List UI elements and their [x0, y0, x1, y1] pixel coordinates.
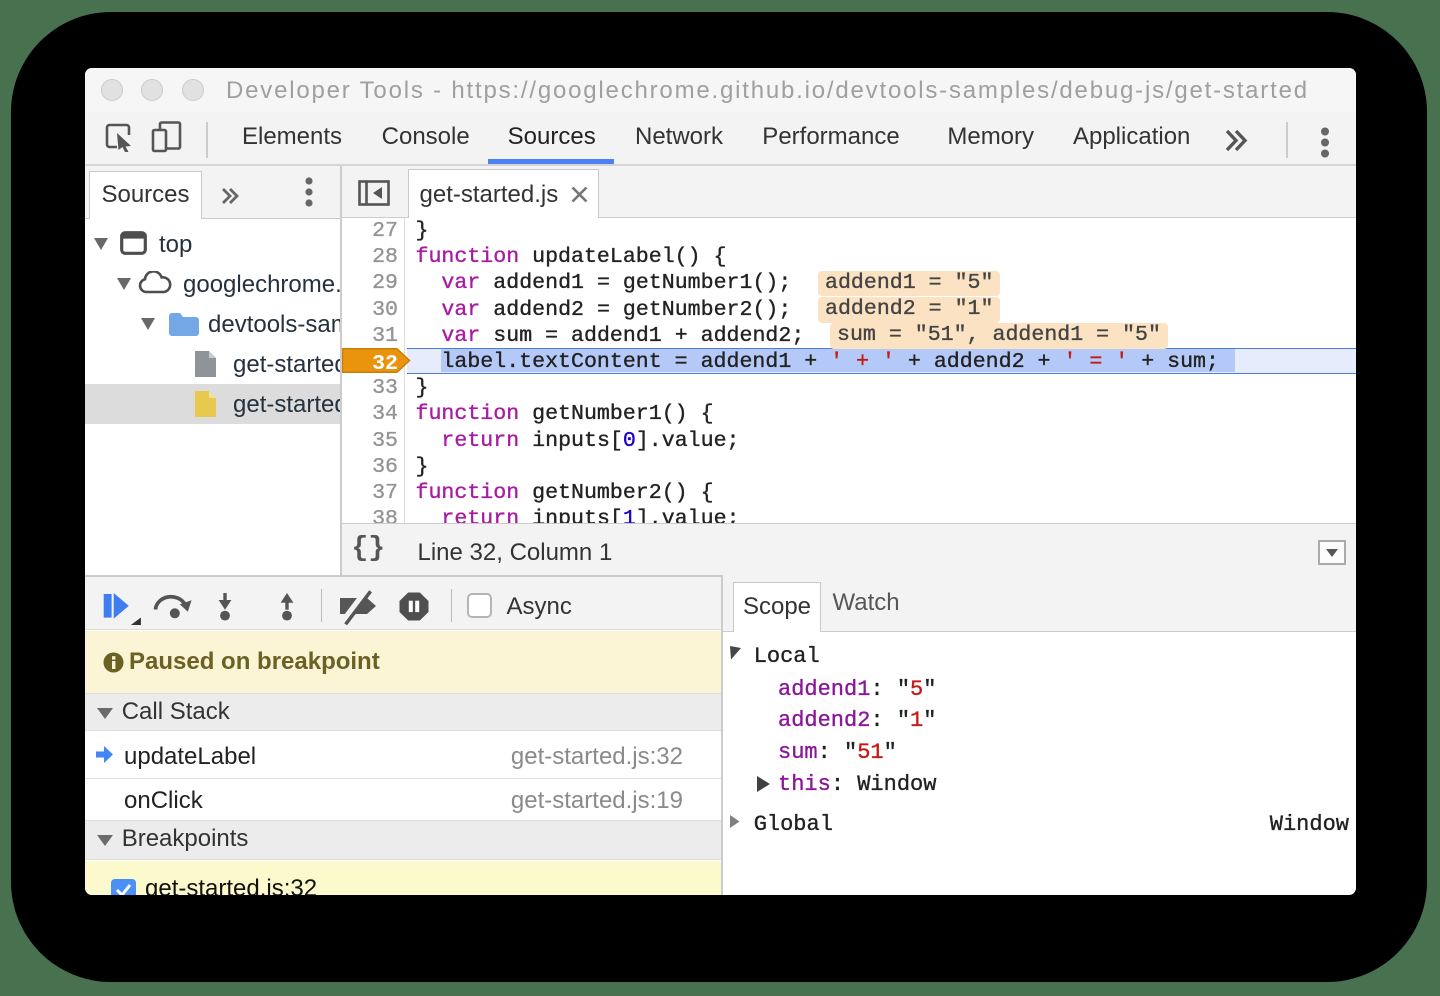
- svg-text:32: 32: [372, 352, 398, 373]
